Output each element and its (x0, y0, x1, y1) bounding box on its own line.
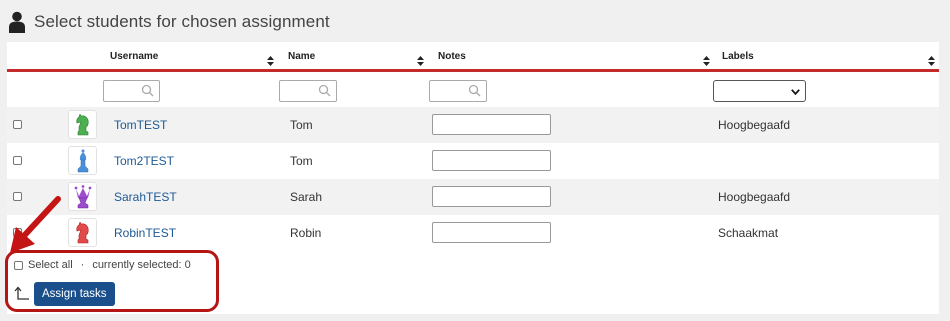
column-header-labels[interactable]: Labels (722, 51, 754, 62)
person-icon (9, 11, 25, 33)
sort-icon[interactable] (417, 56, 424, 66)
avatar (68, 146, 97, 175)
search-icon (141, 84, 154, 97)
labels-filter-select[interactable] (713, 80, 806, 102)
table-row: SarahTEST Sarah Hoogbegaafd (7, 179, 939, 215)
notes-input[interactable] (432, 186, 551, 207)
label-cell: Hoogbegaafd (718, 118, 791, 132)
search-icon (468, 84, 481, 97)
label-cell: Schaakmat (718, 226, 779, 240)
chess-knight-icon (75, 113, 89, 135)
username-link[interactable]: Tom2TEST (114, 154, 174, 168)
notes-filter-input[interactable] (429, 80, 487, 102)
name-cell: Tom (290, 154, 313, 168)
name-cell: Robin (290, 226, 322, 240)
search-icon (318, 84, 331, 97)
notes-input[interactable] (432, 222, 551, 243)
name-cell: Tom (290, 118, 313, 132)
column-header-username[interactable]: Username (110, 51, 158, 62)
column-header-name[interactable]: Name (288, 51, 315, 62)
label-cell: Hoogbegaafd (718, 190, 791, 204)
avatar (68, 110, 97, 139)
name-filter-input[interactable] (279, 80, 337, 102)
filter-row (7, 75, 939, 107)
sort-icon[interactable] (703, 56, 710, 66)
table-row: Tom2TEST Tom (7, 143, 939, 179)
row-checkbox[interactable] (13, 156, 22, 165)
username-link[interactable]: RobinTEST (114, 226, 176, 240)
column-header-notes[interactable]: Notes (438, 51, 466, 62)
username-link[interactable]: TomTEST (114, 118, 167, 132)
sort-icon[interactable] (928, 56, 935, 66)
avatar (68, 182, 97, 211)
notes-input[interactable] (432, 150, 551, 171)
row-checkbox[interactable] (13, 120, 22, 129)
sort-icon[interactable] (267, 56, 274, 66)
table-header: Username Name Notes Labels (7, 42, 939, 72)
chess-queen-icon (74, 184, 91, 208)
table-row: RobinTEST Robin Schaakmat (7, 215, 939, 251)
notes-input[interactable] (432, 114, 551, 135)
username-filter-input[interactable] (103, 80, 160, 102)
page-title: Select students for chosen assignment (34, 12, 330, 31)
name-cell: Sarah (290, 190, 323, 204)
username-link[interactable]: SarahTEST (114, 190, 177, 204)
chess-knight-icon (75, 221, 89, 243)
table-row: TomTEST Tom Hoogbegaafd (7, 107, 939, 143)
page-header: Select students for chosen assignment (8, 9, 330, 35)
avatar (68, 218, 97, 247)
chess-bishop-icon (77, 149, 88, 172)
annotation-arrow-icon (10, 196, 61, 253)
chevron-down-icon (791, 89, 800, 95)
